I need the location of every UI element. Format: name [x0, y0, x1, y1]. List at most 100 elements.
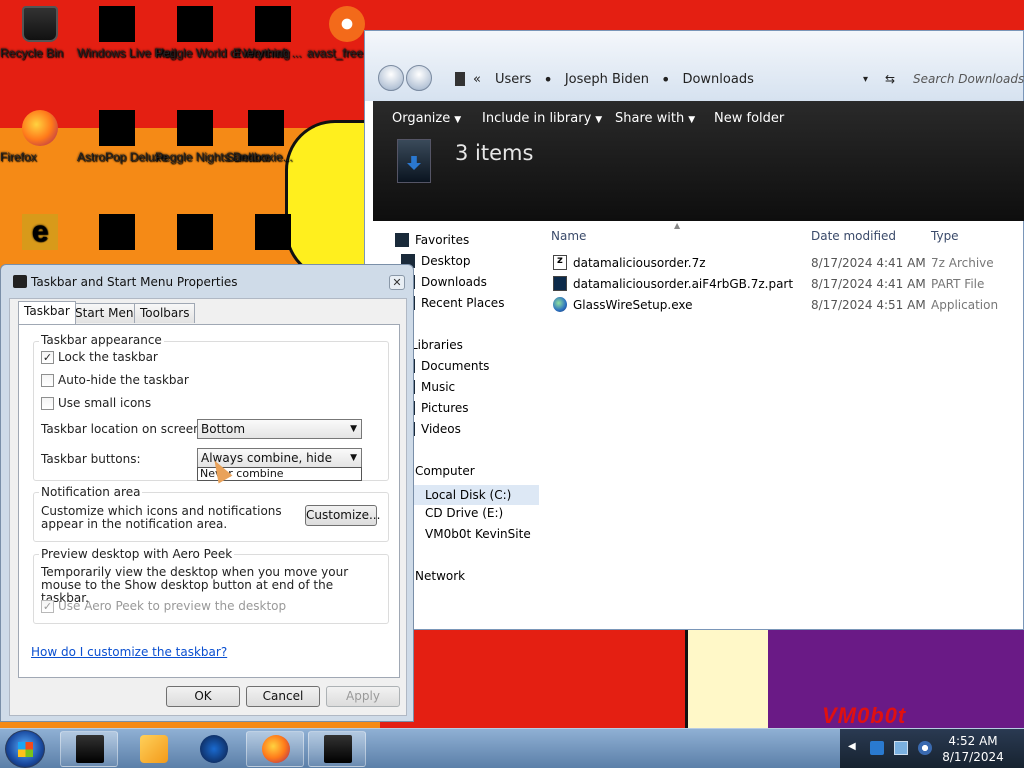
tab-taskbar[interactable]: Taskbar [18, 301, 76, 324]
ok-button[interactable]: OK [166, 686, 240, 707]
close-button[interactable]: ✕ [389, 275, 405, 290]
nav-cd-drive[interactable]: CD Drive (E:) [425, 506, 503, 520]
auto-hide-checkbox[interactable]: Auto-hide the taskbar [41, 373, 189, 387]
organize-button[interactable]: Organize ▼ [392, 111, 461, 126]
clock-time: 4:52 AM [948, 734, 998, 748]
nav-label: Computer [415, 464, 475, 478]
desktop-icon-label: Everything [233, 46, 290, 60]
lock-taskbar-checkbox[interactable]: ✓ Lock the taskbar [41, 350, 158, 364]
file-row[interactable]: GlassWireSetup.exe 8/17/2024 4:51 AM App… [551, 295, 1024, 315]
breadcrumb-downloads[interactable]: Downloads [680, 72, 755, 87]
column-name-header[interactable]: Name [551, 229, 586, 243]
part-file-icon [553, 276, 567, 291]
column-type-header[interactable]: Type [931, 229, 959, 243]
file-date: 8/17/2024 4:41 AM [811, 277, 926, 291]
file-type: 7z Archive [931, 256, 994, 270]
share-with-label: Share with [615, 111, 685, 126]
aero-peek-checkbox[interactable]: ✓ Use Aero Peek to preview the desktop [41, 599, 286, 613]
desktop-icon-unlabeled-2[interactable] [77, 208, 157, 254]
everything-search-icon [255, 6, 291, 42]
nav-libraries[interactable]: Libraries [411, 338, 463, 352]
desktop-icon-label: avast_free [307, 46, 364, 60]
wallpaper-logo-text: VM0b0t [822, 703, 907, 728]
file-type: Application [931, 298, 999, 312]
taskbar-button-explorer[interactable] [60, 731, 118, 767]
dialog-body: Taskbar Start Menu Toolbars Taskbar appe… [9, 298, 407, 716]
file-row[interactable]: datamaliciousorder.aiF4rbGB.7z.part 8/17… [551, 274, 1024, 294]
glasswire-icon [553, 297, 567, 312]
location-select[interactable]: Bottom ▼ [197, 419, 362, 439]
wallpaper-cream-shape [685, 630, 775, 728]
cancel-button[interactable]: Cancel [246, 686, 320, 707]
taskbar: ◀ 4:52 AM 8/17/2024 [0, 728, 1024, 768]
breadcrumb-separator-icon[interactable]: • [661, 70, 670, 89]
select-value: Bottom [201, 422, 246, 436]
back-button[interactable] [378, 65, 404, 91]
refresh-icon[interactable]: ⇆ [885, 72, 895, 86]
include-in-library-button[interactable]: Include in library ▼ [482, 111, 602, 126]
star-icon [395, 233, 409, 247]
desktop-icon-recycle-bin[interactable]: Recycle Bin [0, 0, 80, 60]
address-dropdown-icon[interactable]: ▾ [863, 74, 868, 85]
nav-label: Pictures [421, 401, 469, 415]
nav-label: Recent Places [421, 296, 505, 310]
desktop-icon-astropop[interactable]: AstroPop Deluxe [77, 104, 167, 164]
file-name: datamaliciousorder.7z [573, 256, 706, 270]
breadcrumb-joseph-biden[interactable]: Joseph Biden [563, 72, 651, 87]
nav-vm-site[interactable]: VM0b0t KevinSite [425, 527, 531, 541]
chevron-down-icon: ▼ [350, 424, 357, 434]
desktop-icon-everything[interactable]: Everything [233, 0, 313, 60]
nav-network[interactable]: Network [415, 569, 465, 583]
chevron-down-icon: ▼ [688, 115, 696, 125]
help-link[interactable]: How do I customize the taskbar? [31, 645, 227, 659]
breadcrumb-separator-icon[interactable]: • [543, 70, 552, 89]
desktop-icon-unlabeled-1[interactable]: e [0, 208, 80, 254]
taskbar-button-firefox[interactable] [246, 731, 304, 767]
file-row[interactable]: datamaliciousorder.7z 8/17/2024 4:41 AM … [551, 253, 1024, 273]
desktop-icon-peggle-wow[interactable]: Peggle World of Warcraft ... [155, 0, 302, 60]
customize-button[interactable]: Customize... [305, 505, 380, 526]
network-icon[interactable] [894, 741, 908, 755]
file-name: GlassWireSetup.exe [573, 298, 693, 312]
breadcrumb-users[interactable]: Users [493, 72, 533, 87]
nav-local-disk[interactable]: Local Disk (C:) [411, 485, 539, 505]
taskbar-button-properties[interactable] [308, 731, 366, 767]
desktop-icon-label: Sandboxie... [226, 150, 293, 164]
tray-app-icon[interactable] [870, 741, 884, 755]
desktop-icon-sandboxie[interactable]: Sandboxie... [226, 104, 306, 164]
forward-button[interactable] [406, 65, 432, 91]
desktop-icon-unlabeled-3[interactable] [155, 208, 235, 254]
checkbox-label: Lock the taskbar [58, 350, 158, 364]
nav-computer[interactable]: Computer [415, 464, 475, 478]
nav-favorites[interactable]: Favorites [395, 233, 469, 247]
column-date-header[interactable]: Date modified [811, 229, 896, 243]
desktop-icon-windows-live-mail[interactable]: Windows Live Mail [77, 0, 176, 60]
nav-recent-places[interactable]: Recent Places [401, 296, 504, 310]
desktop-icon-peggle-nights[interactable]: Peggle Nights Deluxe [155, 104, 270, 164]
file-name: datamaliciousorder.aiF4rbGB.7z.part [573, 277, 794, 291]
desktop-icon-label: Recycle Bin [0, 46, 64, 60]
breadcrumb-root[interactable]: « [473, 72, 481, 87]
taskbar-icon [13, 275, 27, 288]
clock[interactable]: 4:52 AM 8/17/2024 [928, 733, 1018, 765]
astropop-icon [99, 110, 135, 146]
downloads-folder-icon [397, 139, 431, 183]
chevron-down-icon: ▼ [454, 115, 462, 125]
small-icons-checkbox[interactable]: Use small icons [41, 396, 151, 410]
address-bar[interactable]: « Users • Joseph Biden • Downloads ▾ ⇆ [455, 67, 895, 91]
tab-toolbars[interactable]: Toolbars [134, 303, 196, 323]
tray-expand-icon[interactable]: ◀ [848, 741, 862, 755]
taskbar-button-media-player[interactable] [124, 731, 182, 767]
start-button[interactable] [5, 730, 45, 768]
share-with-button[interactable]: Share with ▼ [615, 111, 695, 126]
desktop-icon-firefox[interactable]: Firefox [0, 104, 80, 164]
buttons-label: Taskbar buttons: [41, 452, 141, 466]
apply-button[interactable]: Apply [326, 686, 400, 707]
nav-documents[interactable]: Documents [401, 359, 489, 373]
group-title: Preview desktop with Aero Peek [39, 547, 235, 561]
new-folder-button[interactable]: New folder [714, 111, 784, 126]
search-input[interactable]: Search Downloads [913, 67, 1024, 91]
desktop-icon-unlabeled-4[interactable] [233, 208, 313, 254]
chevron-down-icon: ▼ [595, 115, 603, 125]
taskbar-button-app[interactable] [184, 731, 242, 767]
